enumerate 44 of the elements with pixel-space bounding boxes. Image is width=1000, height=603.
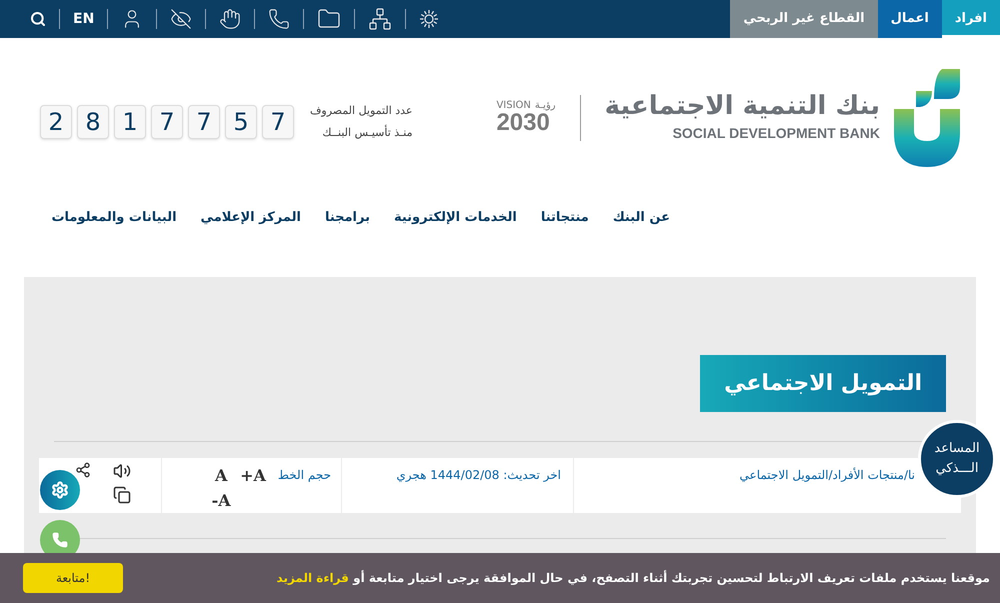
eye-off-icon[interactable] [170,8,192,30]
nav-link[interactable]: برامجنا [324,208,370,277]
segment-tab[interactable]: القطاع غير الربحي [730,0,878,38]
bank-logo-icon [894,69,960,167]
counter-digit: 8 [77,105,109,139]
counter-digit: 5 [225,105,257,139]
bank-name-english: SOCIAL DEVELOPMENT BANK [672,124,880,142]
speaker-icon[interactable] [113,462,131,480]
hand-icon[interactable] [219,8,242,30]
last-updated: اخر تحديث: 1444/02/08 هجري [396,468,561,482]
counter-label: منـذ تأسيـس البنــك [321,125,412,141]
nav-link[interactable]: البيانات والمعلومات [51,208,177,277]
copy-icon[interactable] [113,486,131,504]
counter-digit: 2 [40,105,72,139]
counter-digit: 7 [262,105,294,139]
font-size-label: حجم الخط [278,467,331,484]
counter-digit: 7 [188,105,220,139]
breadcrumb: نا/منتجات الأفراد/التمويل الاجتماعي [740,468,915,482]
nav-link[interactable]: الخدمات الإلكترونية [394,208,517,277]
page-title: التمويل الاجتماعي [700,355,946,412]
counter-digit: 1 [114,105,146,139]
vision-year: 2030 [496,111,550,135]
nav-link[interactable]: المركز الإعلامي [200,208,301,277]
font-size-button[interactable]: -A [208,488,234,513]
continue-button[interactable]: متابعة! [23,563,123,593]
vision-label: VISION [496,101,531,111]
settings-icon [51,481,69,499]
font-size-button[interactable]: A [208,464,234,488]
cookie-notice: موقعنا يستخدم ملفات تعريف الارتباط لتحسين تجربتك أثناء التصفح، في حال الموافقة يرجى اختيار متابعة أو قراءة المزيد [276,569,990,587]
language-link[interactable]: EN [73,8,94,30]
read-more-link[interactable]: قراءة المزيد [276,571,349,585]
phone-icon[interactable] [268,8,290,30]
vision-label: رؤيـة [534,101,556,111]
bank-name-arabic: بنك التنمية الاجتماعية [604,92,880,118]
nav-link[interactable]: منتجاتنا [540,208,589,277]
search-icon[interactable] [30,11,46,27]
font-size-button[interactable]: +A [240,464,266,488]
nav-link[interactable]: عن البنك [612,208,670,277]
share-icon[interactable] [75,462,91,478]
counter-digit: 7 [151,105,183,139]
sitemap-icon[interactable] [368,7,392,31]
counter-label: عدد التمويل المصروف [310,102,412,119]
segment-tab[interactable]: اعمال [878,0,942,38]
phone-icon [52,532,68,548]
